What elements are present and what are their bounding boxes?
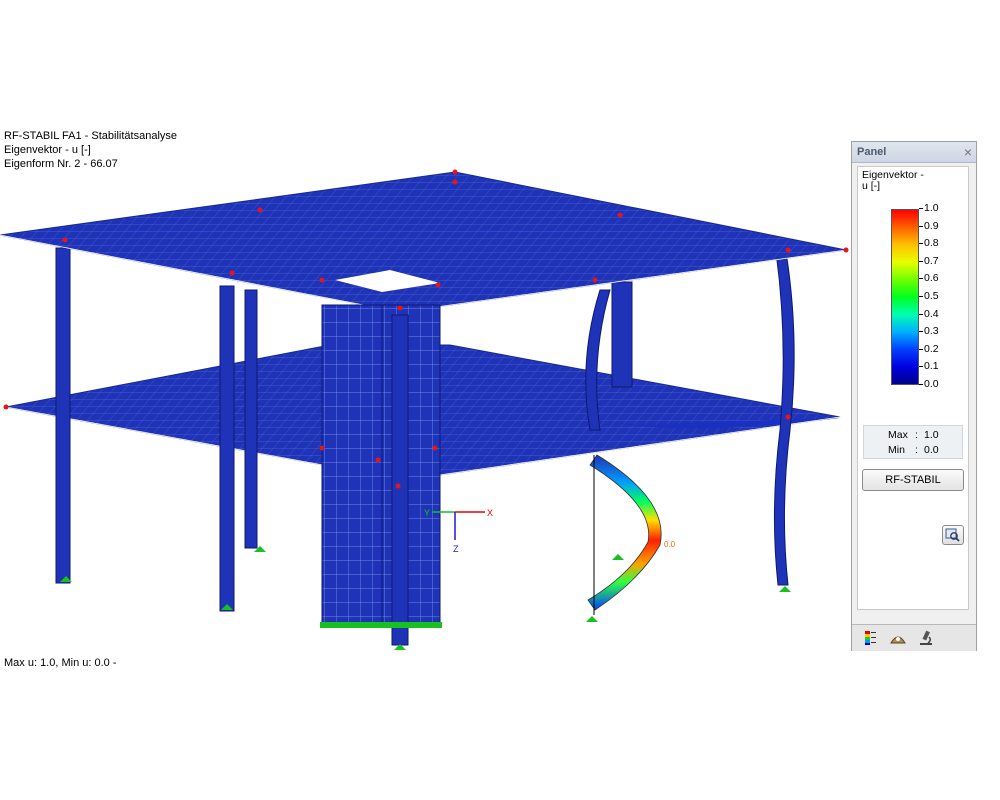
- color-scale-icon[interactable]: [860, 628, 880, 648]
- min-value: 0.0: [924, 444, 939, 456]
- scale-tick: 0.1: [919, 360, 939, 373]
- info-title: RF-STABIL FA1 - Stabilitätsanalyse: [4, 130, 178, 142]
- legend-title: Eigenvektor - u [-]: [862, 170, 924, 192]
- result-icon[interactable]: [888, 628, 908, 648]
- model-value-label: 0.0: [664, 540, 676, 549]
- zoom-icon-button[interactable]: [942, 525, 964, 545]
- results-panel: Panel × Eigenvektor - u [-] 1.0 0.9 0.8 0.7…: [851, 141, 977, 651]
- color-scale[interactable]: [891, 209, 919, 385]
- legend-box: Eigenvektor - u [-] 1.0 0.9 0.8 0.7 0.6 0.5 0.…: [857, 166, 969, 610]
- core-wall: [321, 304, 441, 626]
- axis-z-label: Z: [453, 544, 459, 554]
- magnifier-icon: [945, 528, 960, 542]
- scale-tick: 0.6: [919, 272, 939, 285]
- scale-tick: 0.2: [919, 342, 939, 355]
- min-label: Min: [888, 444, 905, 456]
- info-result-type: Eigenvektor - u [-]: [4, 144, 91, 156]
- scale-tick: 0.5: [919, 290, 939, 302]
- upper-slab: [0, 171, 847, 313]
- model-viewport[interactable]: X Y Z 0.0: [0, 0, 850, 800]
- max-min-box: Max : 1.0 Min : 0.0: [863, 425, 963, 459]
- axis-x-label: X: [487, 508, 493, 518]
- scale-tick: 0.7: [919, 254, 939, 267]
- panel-title-bar: Panel ×: [852, 142, 976, 163]
- result-info: RF-STABIL FA1 - Stabilitätsanalyse Eigen…: [4, 129, 177, 171]
- legend-title-line2: u [-]: [862, 180, 881, 192]
- panel-title: Panel: [857, 146, 887, 158]
- panel-tabs: [852, 624, 976, 651]
- max-min-footer: Max u: 1.0, Min u: 0.0 -: [4, 657, 117, 669]
- scale-tick: 0.3: [919, 325, 939, 338]
- scale-tick: 1.0: [919, 202, 939, 214]
- close-icon[interactable]: ×: [964, 144, 972, 160]
- scale-tick: 0.0: [919, 378, 939, 390]
- microscope-icon[interactable]: [916, 628, 936, 648]
- scale-tick: 0.4: [919, 307, 939, 320]
- scale-tick: 0.9: [919, 219, 939, 232]
- scale-tick: 0.8: [919, 237, 939, 250]
- max-value: 1.0: [924, 429, 939, 441]
- axis-y-label: Y: [424, 508, 430, 518]
- info-mode-shape: Eigenform Nr. 2 - 66.07: [4, 158, 118, 170]
- rf-stabil-button[interactable]: RF-STABIL: [862, 469, 964, 491]
- max-label: Max: [888, 429, 908, 441]
